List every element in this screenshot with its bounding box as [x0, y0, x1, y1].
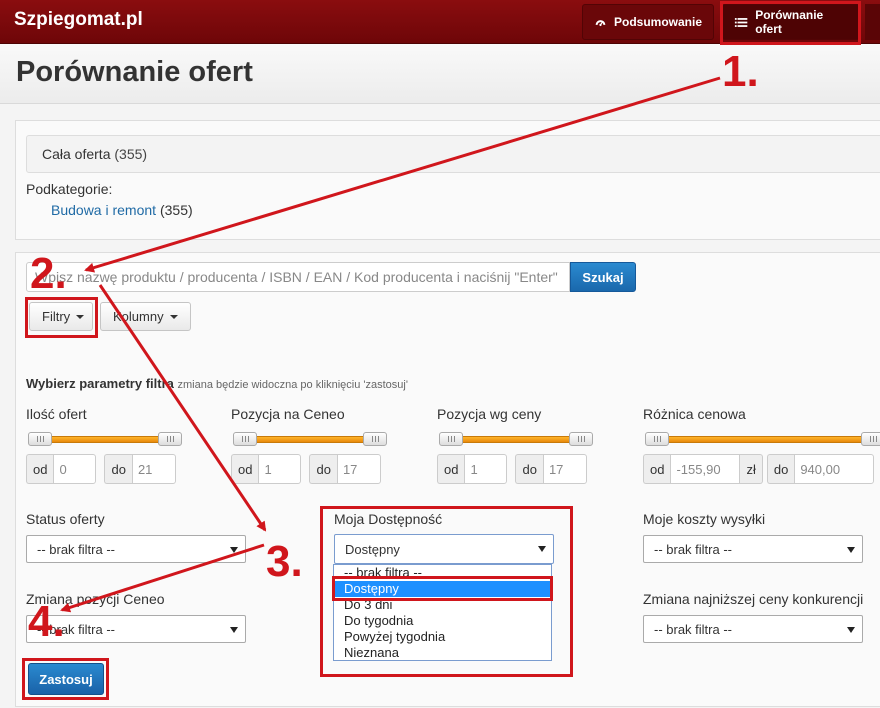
subcategories-label: Podkategorie:: [26, 181, 113, 197]
price-difference-to-input[interactable]: 940,00: [794, 454, 875, 484]
filter-heading-title: Wybierz parametry filtra: [26, 376, 174, 391]
lowest-price-change-value: -- brak filtra --: [654, 621, 732, 637]
dropdown-arrow-icon: [847, 547, 855, 553]
offer-count-from-input[interactable]: 0: [53, 454, 97, 484]
shipping-cost-select[interactable]: -- brak filtra --: [643, 535, 863, 563]
step-number-2: 2.: [30, 249, 67, 298]
shipping-cost-label: Moje koszty wysyłki: [643, 511, 766, 527]
page-title: Porównanie ofert: [16, 56, 253, 88]
price-difference-range: od -155,90 zł do 940,00: [643, 454, 880, 484]
step-number-4: 4.: [28, 597, 65, 646]
nav-podsumowanie-label: Podsumowanie: [613, 15, 702, 29]
subcategory-item: Budowa i remont (355): [51, 202, 193, 218]
slider-handle-min[interactable]: [439, 432, 463, 446]
to-label: do: [309, 454, 337, 484]
filter-heading-hint: zmiana będzie widoczna po kliknięciu 'za…: [177, 379, 408, 391]
subcategory-count: (355): [159, 202, 193, 218]
to-label: do: [766, 454, 795, 484]
currency-label: zł: [740, 454, 763, 484]
slider-handle-max[interactable]: [158, 432, 182, 446]
price-position-slider[interactable]: [439, 432, 593, 446]
search-input[interactable]: [26, 262, 570, 292]
to-label: do: [515, 454, 543, 484]
search-button[interactable]: Szukaj: [570, 262, 636, 292]
from-label: od: [437, 454, 465, 484]
price-difference-from-input[interactable]: -155,90: [670, 454, 741, 484]
from-label: od: [643, 454, 671, 484]
price-difference-label: Różnica cenowa: [643, 406, 746, 422]
columns-dropdown-button[interactable]: Kolumny: [100, 302, 191, 331]
slider-handle-max[interactable]: [569, 432, 593, 446]
highlight-box-option: [332, 576, 553, 601]
all-offers-item[interactable]: Cała oferta (355): [26, 135, 880, 173]
to-label: do: [104, 454, 132, 484]
slider-handle-min[interactable]: [645, 432, 669, 446]
slider-handle-min[interactable]: [233, 432, 257, 446]
step-number-1: 1.: [722, 47, 759, 96]
offer-count-range: od 0 do 21: [26, 454, 184, 484]
dropdown-arrow-icon: [230, 547, 238, 553]
dashboard-icon: [595, 19, 606, 26]
offer-count-to-input[interactable]: 21: [131, 454, 176, 484]
subcategory-link[interactable]: Budowa i remont: [51, 202, 156, 218]
highlight-box-filters: [25, 297, 98, 338]
filter-heading: Wybierz parametry filtra zmiana będzie w…: [26, 376, 408, 391]
price-position-range: od 1 do 17: [437, 454, 595, 484]
highlight-box-apply: [22, 658, 109, 700]
lowest-price-change-label: Zmiana najniższej ceny konkurencji: [643, 591, 864, 607]
nav-podsumowanie[interactable]: Podsumowanie: [582, 4, 714, 40]
price-position-from-input[interactable]: 1: [464, 454, 508, 484]
nav-overflow: [865, 4, 880, 40]
all-offers-count: (355): [114, 146, 148, 162]
slider-track: [445, 436, 587, 443]
dropdown-arrow-icon: [847, 627, 855, 633]
caret-down-icon: [169, 314, 178, 319]
slider-track: [651, 436, 879, 443]
slider-handle-min[interactable]: [28, 432, 52, 446]
ceneo-position-label: Pozycja na Ceneo: [231, 406, 345, 422]
price-position-to-input[interactable]: 17: [542, 454, 587, 484]
all-offers-label: Cała oferta: [42, 146, 111, 162]
slider-track: [34, 436, 176, 443]
slider-track: [239, 436, 381, 443]
brand-logo[interactable]: Szpiegomat.pl: [14, 9, 143, 31]
price-position-label: Pozycja wg ceny: [437, 406, 542, 422]
ceneo-position-to-input[interactable]: 17: [336, 454, 381, 484]
price-difference-slider[interactable]: [645, 432, 880, 446]
highlight-box-nav: [720, 1, 861, 45]
ceneo-position-slider[interactable]: [233, 432, 387, 446]
offer-count-label: Ilość ofert: [26, 406, 87, 422]
offer-status-value: -- brak filtra --: [37, 541, 115, 557]
step-number-3: 3.: [266, 537, 303, 586]
slider-handle-max[interactable]: [363, 432, 387, 446]
offer-status-select[interactable]: -- brak filtra --: [26, 535, 246, 563]
from-label: od: [26, 454, 54, 484]
lowest-price-change-select[interactable]: -- brak filtra --: [643, 615, 863, 643]
offer-count-slider[interactable]: [28, 432, 182, 446]
from-label: od: [231, 454, 259, 484]
slider-handle-max[interactable]: [861, 432, 880, 446]
ceneo-position-from-input[interactable]: 1: [258, 454, 302, 484]
dropdown-arrow-icon: [230, 627, 238, 633]
shipping-cost-value: -- brak filtra --: [654, 541, 732, 557]
columns-label: Kolumny: [113, 309, 164, 324]
offer-status-label: Status oferty: [26, 511, 105, 527]
ceneo-position-range: od 1 do 17: [231, 454, 389, 484]
